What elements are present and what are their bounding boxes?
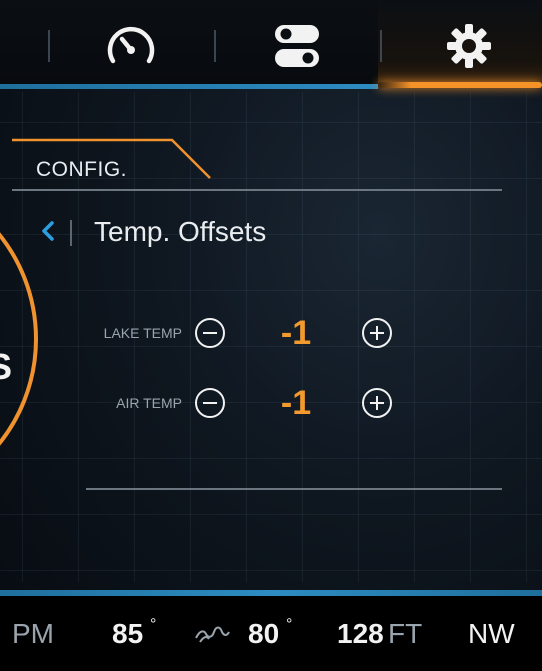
content-divider [86,488,502,490]
screen: S CONFIG. Temp. Offsets LAKE TEMP -1 AIR… [0,0,542,671]
minus-icon [203,402,217,404]
header-divider [12,189,502,191]
air-temp-decrement-button[interactable] [195,388,225,418]
clock-suffix: PM [12,618,54,649]
lake-temp-label: LAKE TEMP [103,325,182,341]
lake-temp-decrement-button[interactable] [195,318,225,348]
toggles-icon [275,25,319,67]
air-temp-label: AIR TEMP [116,395,182,411]
minus-icon [203,332,217,334]
subheader-divider [70,220,72,246]
chevron-left-icon[interactable] [36,216,66,246]
nav-settings-button[interactable] [434,18,504,74]
depth-unit: FT [388,618,423,649]
config-tab-label: CONFIG. [36,158,127,181]
depth-value: 128 [337,618,384,649]
top-accent-line [0,84,378,89]
gauge-partial-text: S [0,346,13,387]
settings-gear-icon [447,24,491,68]
speedometer-icon [107,26,155,64]
top-nav-bar [0,0,542,89]
page-title: Temp. Offsets [94,216,267,247]
nav-divider [214,30,216,62]
nav-gauges-button[interactable] [96,18,166,74]
degree-symbol: ° [286,616,293,633]
lake-temp-increment-button[interactable] [362,318,392,348]
nav-divider [48,30,50,62]
wave-icon [195,626,230,643]
active-tab-indicator [378,82,542,88]
air-temp-value: -1 [280,384,312,422]
plus-icon-vertical [376,396,378,410]
nav-controls-button[interactable] [262,18,332,74]
air-temp-readout: 85 [112,618,144,649]
nav-divider [380,30,382,62]
water-temp-readout: 80 [248,618,280,649]
air-temp-increment-button[interactable] [362,388,392,418]
heading-readout: NW [468,618,515,649]
lake-temp-value: -1 [280,314,312,352]
plus-icon-vertical [376,326,378,340]
degree-symbol: ° [150,616,157,633]
